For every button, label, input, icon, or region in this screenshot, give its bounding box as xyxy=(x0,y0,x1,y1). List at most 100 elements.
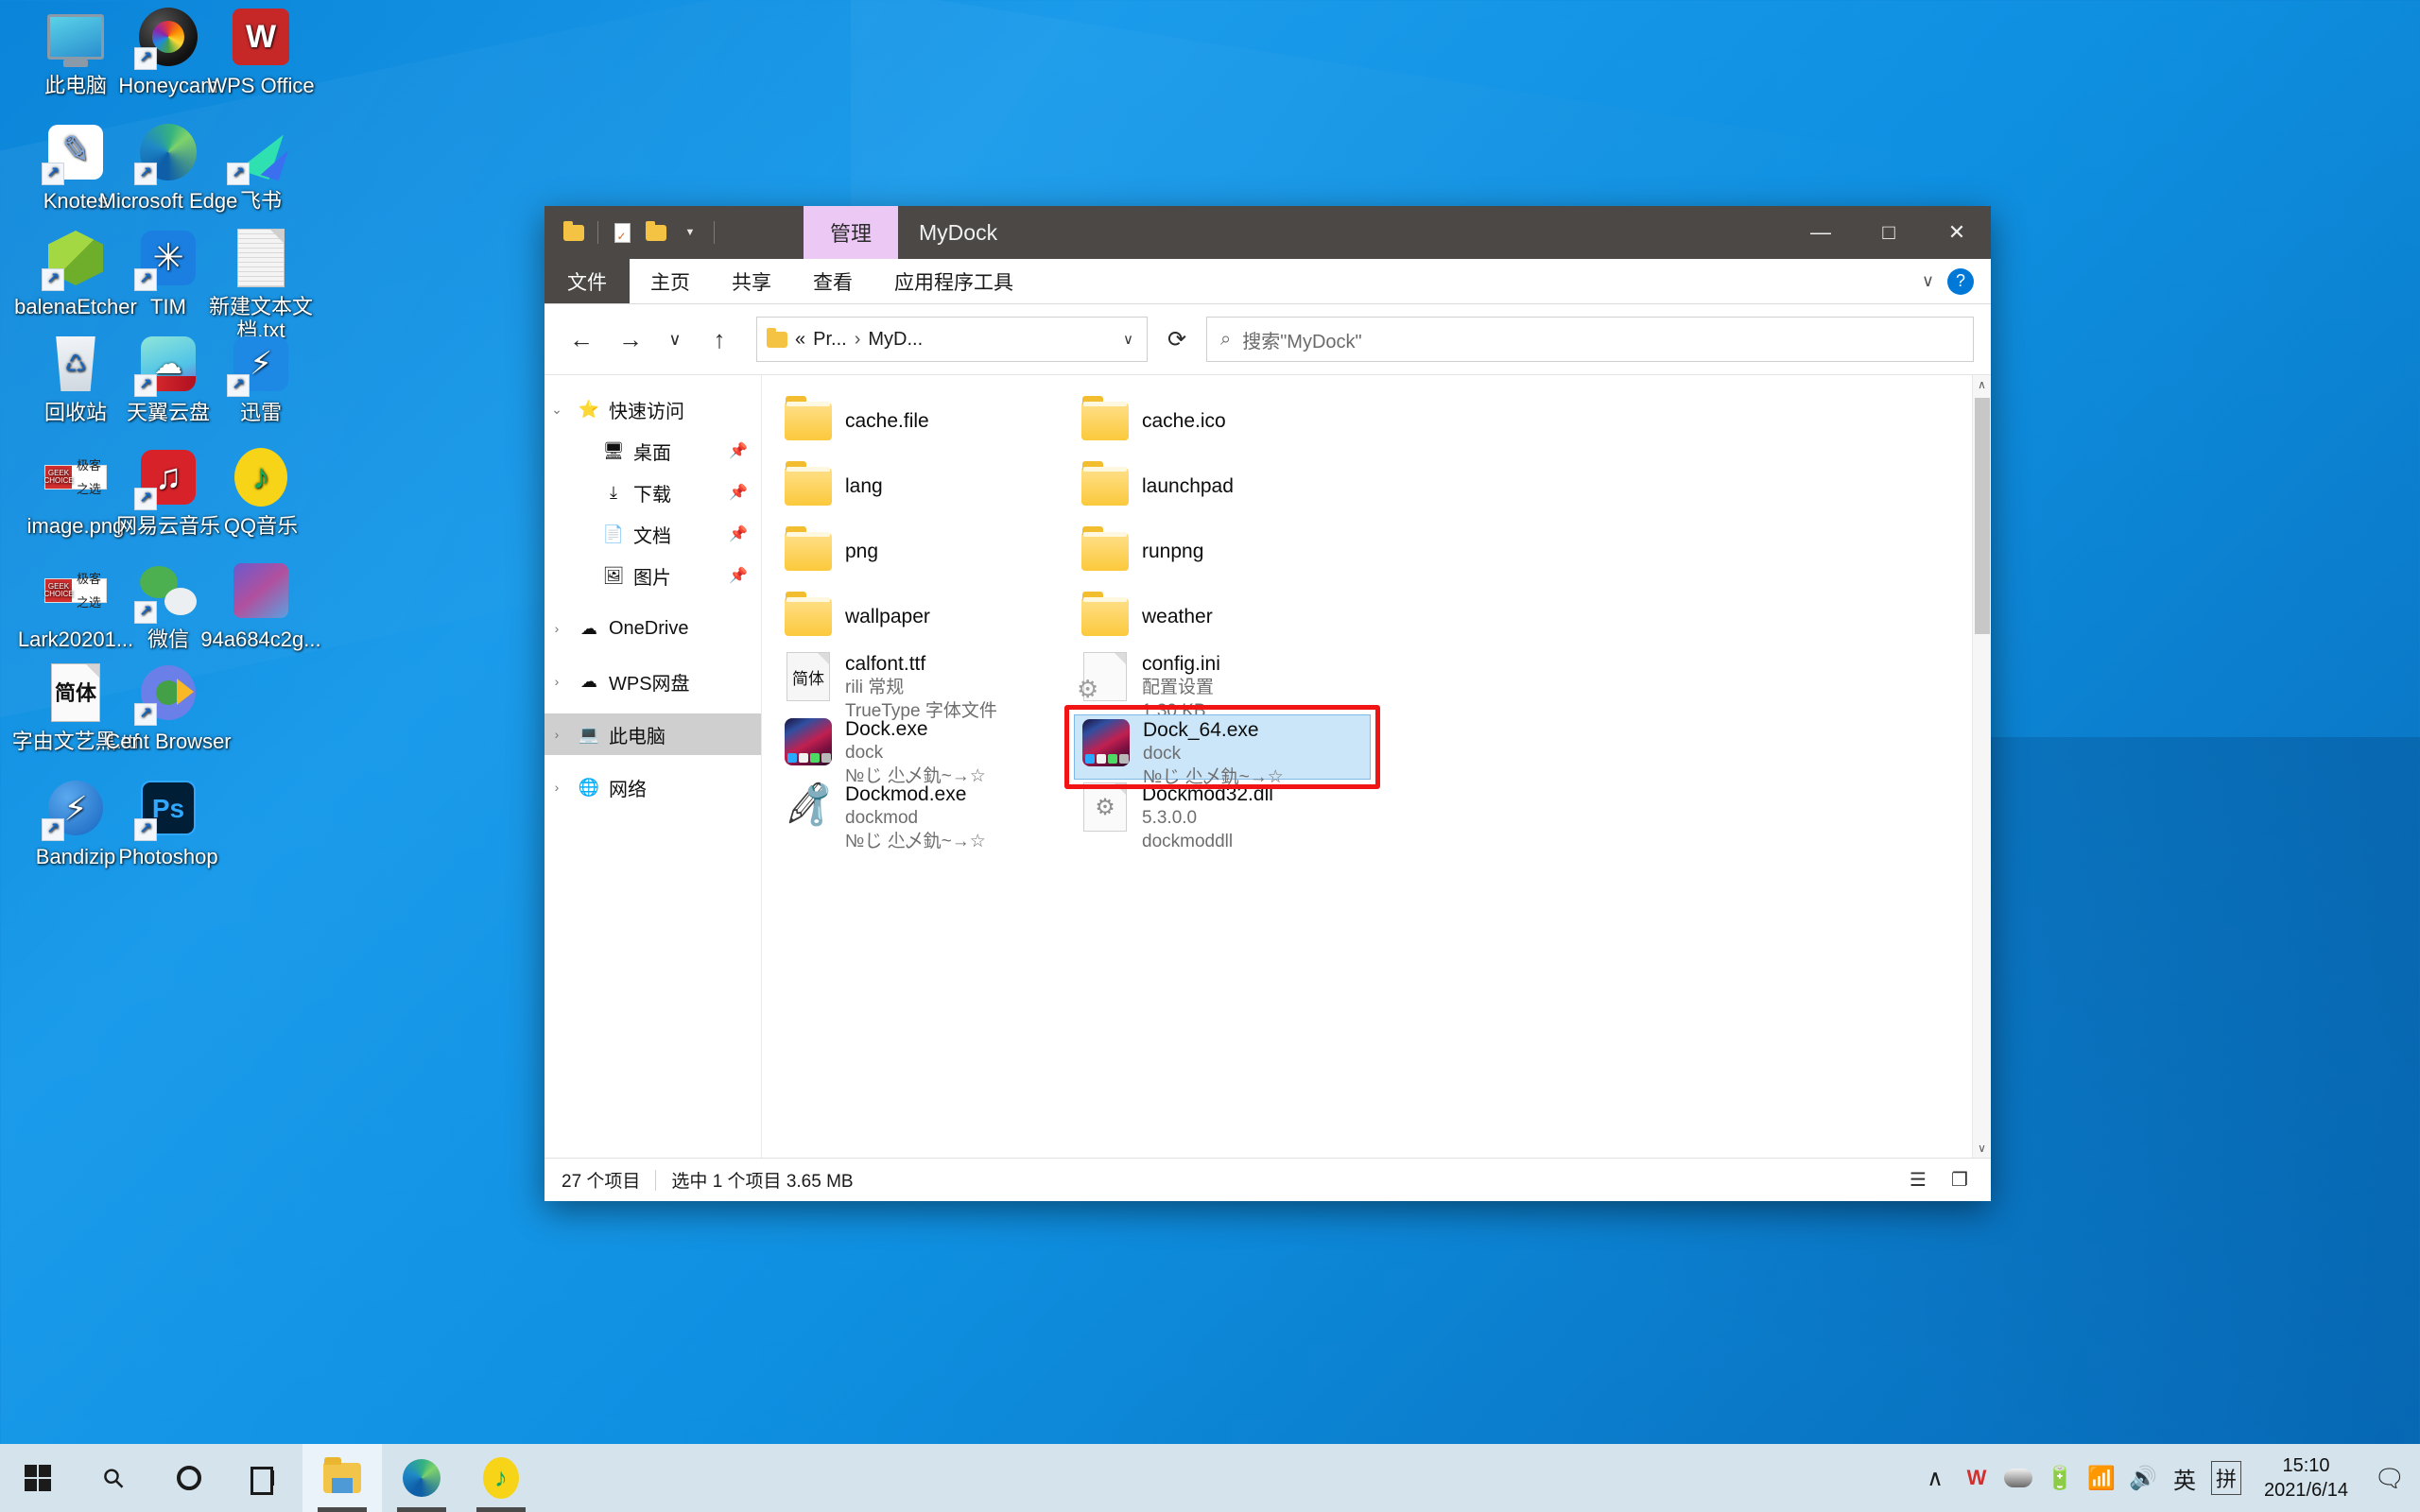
nav-pane-item-WPS网盘[interactable]: ›☁WPS网盘 xyxy=(544,661,761,702)
qat-properties-icon[interactable] xyxy=(608,218,636,247)
qat-customize-chevron-down-icon[interactable]: ▼ xyxy=(676,218,704,247)
pin-icon[interactable]: 📌 xyxy=(729,566,748,585)
address-chevron-down-icon[interactable]: ∨ xyxy=(1123,331,1137,348)
file-item[interactable]: 🖉🔧Dockmod.exedockmod№じ 尐乄釚~→☆ xyxy=(777,780,1074,845)
tray-ime-mode-icon[interactable]: 拼 xyxy=(2205,1444,2247,1512)
file-item[interactable]: launchpad xyxy=(1074,454,1371,519)
tab-home[interactable]: 主页 xyxy=(630,259,711,303)
file-item[interactable]: ⚙config.ini配置设置1.30 KB xyxy=(1074,649,1371,714)
qat-new-folder-icon[interactable] xyxy=(560,218,588,247)
tray-volume-icon[interactable]: 🔊 xyxy=(2122,1444,2164,1512)
file-item[interactable]: weather xyxy=(1074,584,1371,649)
vertical-scrollbar[interactable]: ∧ ∨ xyxy=(1972,375,1991,1158)
chevron-icon[interactable]: › xyxy=(544,727,569,742)
tab-view[interactable]: 查看 xyxy=(792,259,873,303)
chevron-down-icon[interactable]: ∨ xyxy=(1922,271,1934,291)
contextual-tab-manage[interactable]: 管理 xyxy=(804,206,898,259)
taskbar-item-file-explorer[interactable] xyxy=(302,1444,382,1512)
notification-center-icon[interactable]: 🗨 xyxy=(2365,1444,2414,1512)
tab-share[interactable]: 共享 xyxy=(711,259,792,303)
breadcrumb-overflow[interactable]: « xyxy=(795,329,805,351)
tray-battery-icon[interactable]: 🔋 xyxy=(2039,1444,2081,1512)
shortcut-overlay-icon xyxy=(134,163,157,185)
nav-pane-item-桌面[interactable]: 🖥桌面📌 xyxy=(544,430,761,472)
chevron-icon[interactable]: ⌄ xyxy=(544,402,569,418)
help-icon[interactable]: ? xyxy=(1947,268,1974,295)
file-item[interactable]: wallpaper xyxy=(777,584,1074,649)
file-item[interactable]: 简体calfont.ttfrili 常规TrueType 字体文件 xyxy=(777,649,1074,714)
shortcut-overlay-icon xyxy=(134,47,157,70)
desktop-icon-xunlei-icon[interactable]: ⚡迅雷 xyxy=(185,333,337,424)
file-item[interactable]: ⚙Dockmod32.dll5.3.0.0dockmoddll xyxy=(1074,780,1371,845)
pin-icon[interactable]: 📌 xyxy=(729,441,748,460)
shortcut-overlay-icon xyxy=(134,488,157,510)
file-name: Dockmod.exe xyxy=(845,783,986,806)
close-button[interactable]: ✕ xyxy=(1923,206,1991,259)
nav-pane-item-图片[interactable]: 🖼图片📌 xyxy=(544,555,761,596)
up-button[interactable]: ↑ xyxy=(700,319,739,359)
tab-application-tools[interactable]: 应用程序工具 xyxy=(873,259,1034,303)
refresh-button[interactable]: ⟳ xyxy=(1157,319,1197,359)
file-item[interactable]: cache.ico xyxy=(1074,388,1371,454)
breadcrumb-part-1[interactable]: Pr... xyxy=(813,329,847,351)
breadcrumb-part-2[interactable]: MyD... xyxy=(868,329,923,351)
tray-ime-language-icon[interactable]: 英 xyxy=(2164,1444,2205,1512)
scroll-down-arrow-icon[interactable]: ∨ xyxy=(1973,1139,1991,1158)
nav-pane-item-快速访问[interactable]: ⌄⭐快速访问 xyxy=(544,388,761,430)
tray-cloud-icon[interactable] xyxy=(1997,1444,2039,1512)
taskbar-search-button[interactable]: ⚲ xyxy=(76,1444,151,1512)
pin-icon[interactable]: 📌 xyxy=(729,524,748,543)
scroll-up-arrow-icon[interactable]: ∧ xyxy=(1973,375,1991,394)
start-button[interactable] xyxy=(0,1444,76,1512)
desktop-icon-image-thumbnail-icon[interactable]: 94a684c2g... xyxy=(185,559,337,651)
large-icons-view-icon[interactable]: ❐ xyxy=(1945,1166,1974,1194)
desktop-icon-feishu-icon[interactable]: 飞书 xyxy=(185,121,337,213)
desktop-icon-cent-browser-icon[interactable]: Cent Browser xyxy=(93,662,244,753)
desktop-icon-photoshop-icon[interactable]: PsPhotoshop xyxy=(93,777,244,868)
chevron-icon[interactable]: › xyxy=(544,674,569,689)
file-item[interactable]: png xyxy=(777,519,1074,584)
search-box[interactable]: ⌕ 搜索"MyDock" xyxy=(1206,317,1974,362)
file-text-block: Dockmod32.dll5.3.0.0dockmoddll xyxy=(1142,783,1273,853)
shortcut-overlay-icon xyxy=(42,163,64,185)
maximize-button[interactable]: □ xyxy=(1855,206,1923,259)
file-list-view[interactable]: cache.filecache.icolanglaunchpadpngrunpn… xyxy=(762,375,1991,1158)
nav-pane-item-OneDrive[interactable]: ›☁OneDrive xyxy=(544,608,761,649)
taskbar-item-microsoft-edge[interactable] xyxy=(382,1444,461,1512)
scrollbar-thumb[interactable] xyxy=(1975,398,1990,634)
nav-pane-item-label: 快速访问 xyxy=(609,396,684,423)
desktop-icon-wps-office-icon[interactable]: WWPS Office xyxy=(185,6,337,97)
chevron-icon[interactable]: › xyxy=(544,621,569,636)
chevron-icon[interactable]: › xyxy=(544,780,569,795)
desktop-icon-text-document-icon[interactable]: 新建文本文档.txt xyxy=(185,227,337,342)
desktop-icon-qq-music-icon[interactable]: ♪QQ音乐 xyxy=(185,446,337,538)
back-button[interactable]: ← xyxy=(562,319,601,359)
view-buttons: ☰ ❐ xyxy=(1904,1166,1974,1194)
task-view-button[interactable] xyxy=(227,1444,302,1512)
taskbar-item-qq-music[interactable]: ♪ xyxy=(461,1444,541,1512)
details-view-icon[interactable]: ☰ xyxy=(1904,1166,1932,1194)
tray-wifi-icon[interactable]: 📶 xyxy=(2081,1444,2122,1512)
file-item[interactable]: runpng xyxy=(1074,519,1371,584)
wps-office-icon: W xyxy=(230,6,292,68)
qat-new-folder-2-icon[interactable] xyxy=(642,218,670,247)
file-item[interactable]: Dock.exedock№じ 尐乄釚~→☆ xyxy=(777,714,1074,780)
file-item[interactable]: lang xyxy=(777,454,1074,519)
file-item[interactable]: cache.file xyxy=(777,388,1074,454)
minimize-button[interactable]: — xyxy=(1787,206,1855,259)
nav-pane-item-文档[interactable]: 📄文档📌 xyxy=(544,513,761,555)
forward-button[interactable]: → xyxy=(611,319,650,359)
tab-file[interactable]: 文件 xyxy=(544,259,630,303)
nav-pane-item-下载[interactable]: ⤓下载📌 xyxy=(544,472,761,513)
recent-locations-chevron-down-icon[interactable]: ∨ xyxy=(660,319,690,359)
pin-icon[interactable]: 📌 xyxy=(729,483,748,502)
clock[interactable]: 15:10 2021/6/14 xyxy=(2247,1453,2365,1503)
nav-pane-item-网络[interactable]: ›🌐网络 xyxy=(544,766,761,808)
address-bar[interactable]: « Pr... › MyD... ∨ xyxy=(756,317,1148,362)
downloads-icon: ⤓ xyxy=(601,484,626,501)
tray-overflow-chevron-up-icon[interactable]: ∧ xyxy=(1914,1444,1956,1512)
nav-pane-item-此电脑[interactable]: ›💻此电脑 xyxy=(544,713,761,755)
tray-wps-icon[interactable]: W xyxy=(1956,1444,1997,1512)
cortana-button[interactable] xyxy=(151,1444,227,1512)
file-item[interactable]: Dock_64.exedock№じ 尐乄釚~→☆ xyxy=(1074,714,1371,780)
